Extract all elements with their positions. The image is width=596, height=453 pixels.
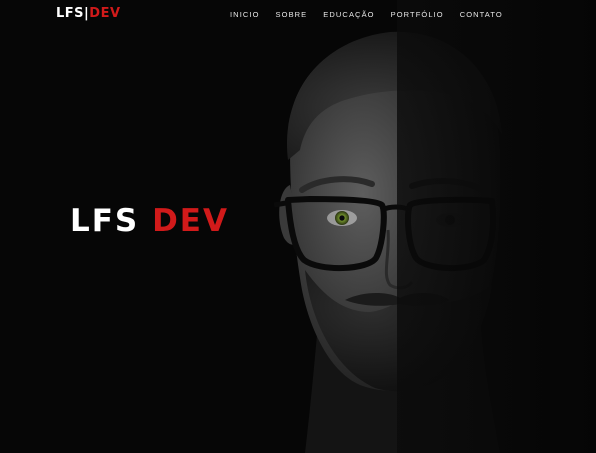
- nav-link-portfolio[interactable]: PORTFÓLIO: [391, 10, 444, 19]
- site-header: LFS|DEV INICIO SOBRE EDUCAÇÃO PORTFÓLIO …: [0, 0, 596, 30]
- portrait-photo: [250, 0, 596, 453]
- brand-logo-left: LFS: [56, 6, 85, 21]
- hero-title-left: LFS: [70, 203, 140, 239]
- hero-title-right: DEV: [152, 203, 229, 239]
- nav-link-contato[interactable]: CONTATO: [460, 10, 503, 19]
- page: LFS|DEV INICIO SOBRE EDUCAÇÃO PORTFÓLIO …: [0, 0, 596, 453]
- nav-link-inicio[interactable]: INICIO: [230, 10, 260, 19]
- nav-link-educacao[interactable]: EDUCAÇÃO: [323, 10, 374, 19]
- brand-logo-right: DEV: [89, 6, 121, 21]
- brand-logo[interactable]: LFS|DEV: [56, 7, 121, 21]
- hero-title: LFS DEV: [70, 203, 229, 239]
- nav-link-sobre[interactable]: SOBRE: [276, 10, 308, 19]
- main-nav: INICIO SOBRE EDUCAÇÃO PORTFÓLIO CONTATO: [230, 10, 503, 19]
